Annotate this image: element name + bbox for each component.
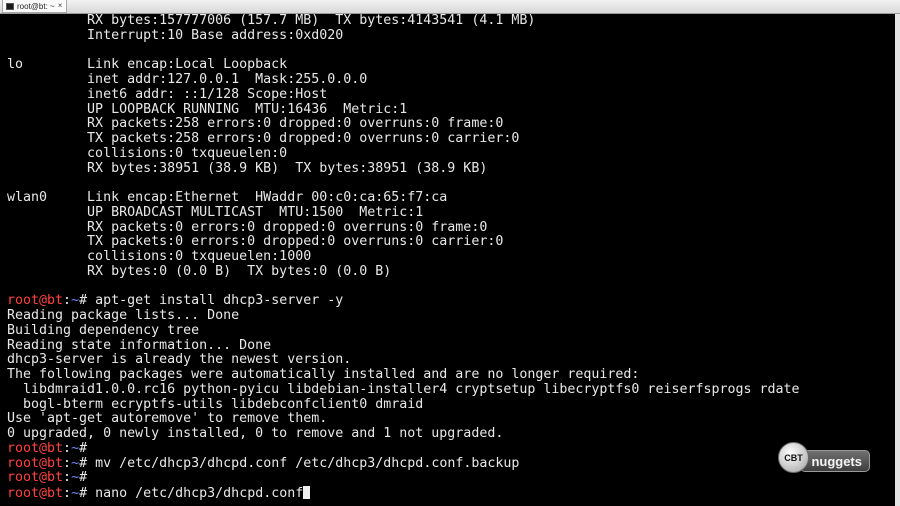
tab-title: root@bt: ~ <box>17 1 55 11</box>
cbt-nuggets-watermark: nuggets CBT <box>778 442 872 476</box>
terminal-output-line: RX bytes:38951 (38.9 KB) TX bytes:38951 … <box>7 160 488 176</box>
prompt-path: ~ <box>71 486 80 501</box>
prompt-user: root@bt <box>7 486 64 501</box>
prompt-path: ~ <box>71 455 80 471</box>
watermark-pill-text: nuggets <box>811 453 862 469</box>
terminal-command-line: root@bt:~# <box>7 470 895 486</box>
terminal-output-line: Reading state information... Done <box>7 337 272 353</box>
prompt-path: ~ <box>71 440 80 456</box>
prompt-separator: : <box>63 486 72 501</box>
prompt-symbol: # <box>79 470 96 486</box>
terminal-command-line: root@bt:~# nano /etc/dhcp3/dhcpd.conf <box>7 486 895 501</box>
watermark-pill: nuggets <box>800 450 870 472</box>
terminal-output-line: libdmraid1.0.0.rc16 python-pyicu libdebi… <box>7 381 800 397</box>
terminal-output[interactable]: RX bytes:157777006 (157.7 MB) TX bytes:4… <box>7 14 895 506</box>
terminal-output-line: Interrupt:10 Base address:0xd020 <box>7 27 344 43</box>
window-title-bar: root@bt: ~ × <box>0 0 900 14</box>
command-text: nano /etc/dhcp3/dhcpd.conf <box>95 486 304 501</box>
terminal-output-line: UP BROADCAST MULTICAST MTU:1500 Metric:1 <box>7 204 424 220</box>
terminal-command-line: root@bt:~# mv /etc/dhcp3/dhcpd.conf /etc… <box>7 455 895 472</box>
terminal-output-line: RX bytes:157777006 (157.7 MB) TX bytes:4… <box>7 14 536 28</box>
watermark-bubble-text: CBT <box>784 452 803 463</box>
terminal-output-line: Building dependency tree <box>7 322 200 338</box>
terminal-output-line: inet6 addr: ::1/128 Scope:Host <box>7 86 328 102</box>
terminal-output-line: Use 'apt-get autoremove' to remove them. <box>7 411 328 427</box>
prompt-user: root@bt <box>7 440 64 456</box>
terminal-output-line: TX packets:0 errors:0 dropped:0 overruns… <box>7 234 504 250</box>
prompt-separator: : <box>63 470 72 486</box>
prompt-separator: : <box>63 455 72 471</box>
text-cursor <box>303 486 311 499</box>
terminal-output-line: TX packets:258 errors:0 dropped:0 overru… <box>7 131 520 146</box>
prompt-separator: : <box>63 293 72 309</box>
terminal-output-line: RX bytes:0 (0.0 B) TX bytes:0 (0.0 B) <box>7 263 392 279</box>
command-text: apt-get install dhcp3-server -y <box>95 293 344 309</box>
prompt-user: root@bt <box>7 293 64 309</box>
terminal-output-line: UP LOOPBACK RUNNING MTU:16436 Metric:1 <box>7 101 408 117</box>
window-right-border <box>895 14 900 506</box>
prompt-symbol: # <box>79 486 96 501</box>
command-text: mv /etc/dhcp3/dhcpd.conf /etc/dhcp3/dhcp… <box>95 455 520 471</box>
prompt-path: ~ <box>71 470 80 486</box>
terminal-output-line: lo Link encap:Local Loopback <box>7 57 288 73</box>
terminal-output-line: collisions:0 txqueuelen:1000 <box>7 249 312 264</box>
close-icon[interactable]: × <box>58 2 63 10</box>
prompt-symbol: # <box>79 293 96 309</box>
terminal-output-line: wlan0 Link encap:Ethernet HWaddr 00:c0:c… <box>7 190 448 205</box>
watermark-bubble: CBT <box>778 442 809 473</box>
prompt-symbol: # <box>79 440 96 456</box>
terminal-output-line: 0 upgraded, 0 newly installed, 0 to remo… <box>7 426 504 441</box>
terminal-command-line: root@bt:~# apt-get install dhcp3-server … <box>7 293 895 309</box>
prompt-user: root@bt <box>7 455 64 471</box>
terminal-output-line: RX packets:258 errors:0 dropped:0 overru… <box>7 116 504 132</box>
terminal-tab[interactable]: root@bt: ~ × <box>2 0 68 13</box>
terminal-command-line: root@bt:~# <box>7 440 895 457</box>
prompt-separator: : <box>63 440 72 456</box>
terminal-output-line: The following packages were automaticall… <box>7 367 640 382</box>
prompt-path: ~ <box>71 293 80 309</box>
prompt-symbol: # <box>79 455 96 471</box>
terminal-output-line: dhcp3-server is already the newest versi… <box>7 352 352 368</box>
terminal-output-line: RX packets:0 errors:0 dropped:0 overruns… <box>7 219 488 235</box>
terminal-output-line: inet addr:127.0.0.1 Mask:255.0.0.0 <box>7 72 368 87</box>
terminal-output-line: bogl-bterm ecryptfs-utils libdebconfclie… <box>7 396 424 412</box>
prompt-user: root@bt <box>7 470 64 486</box>
terminal-output-line: Reading package lists... Done <box>7 308 240 323</box>
terminal-output-line: collisions:0 txqueuelen:0 <box>7 145 288 161</box>
terminal-icon <box>6 2 14 10</box>
